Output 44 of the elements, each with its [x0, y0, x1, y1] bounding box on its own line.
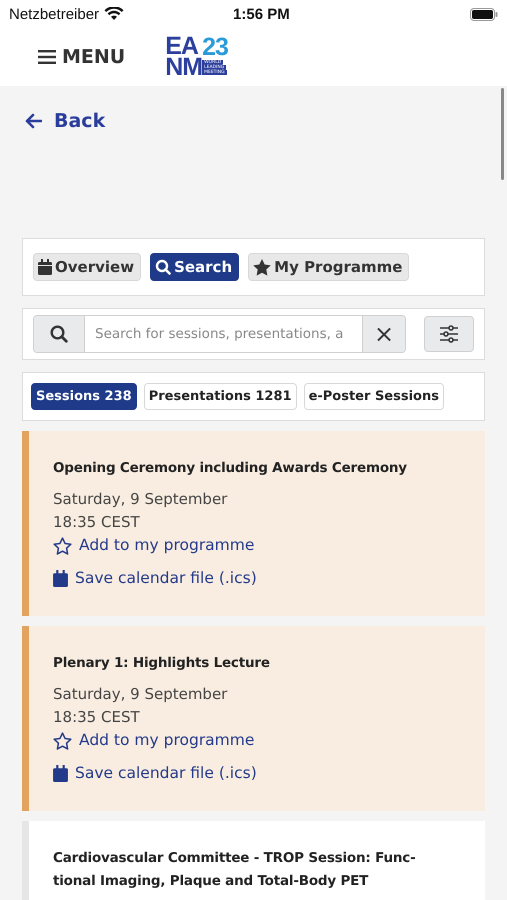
session-title: Cardiovascular Committee - TROP Session: Func- tional Imaging, Plaque and Total-Body PET: [53, 848, 416, 891]
session-time: 18:35 CEST: [53, 707, 140, 728]
session-time: 18:35 CEST: [53, 512, 140, 534]
carrier-name: Netzbetreiber: [9, 6, 100, 22]
result-tab[interactable]: Sessions 238: [31, 383, 137, 410]
logo-letters: NM: [165, 57, 202, 78]
calendar-icon: [38, 259, 52, 275]
calendar-icon: [53, 764, 68, 782]
calendar-icon: [53, 570, 68, 587]
view-tab[interactable]: Search: [150, 253, 240, 281]
back-arrow-icon: [24, 113, 42, 129]
save-calendar-link[interactable]: Save calendar file (.ics): [53, 566, 257, 590]
save-calendar-link[interactable]: Save calendar file (.ics): [53, 762, 257, 785]
view-tab[interactable]: Overview: [33, 253, 142, 281]
battery-icon: [470, 8, 498, 20]
search-field[interactable]: Search for sessions, presentations, a ×: [33, 315, 406, 353]
wifi-icon: [104, 7, 124, 21]
view-tab[interactable]: My Programme: [248, 253, 410, 281]
sliders-icon: [439, 325, 459, 343]
session-date: Saturday, 9 September: [53, 488, 228, 510]
menu-button[interactable]: MENU: [36, 42, 128, 72]
add-to-programme-link[interactable]: Add to my programme: [53, 534, 254, 558]
back-link[interactable]: Back: [22, 108, 108, 134]
session-date: Saturday, 9 September: [53, 684, 228, 705]
search-icon: [155, 259, 172, 275]
logo-letters: EA: [165, 36, 198, 57]
session-card[interactable]: Cardiovascular Committee - TROP Session: Func- tional Imaging, Plaque and Total-Body PET: [22, 820, 485, 900]
clear-button[interactable]: ×: [362, 316, 405, 352]
filter-button[interactable]: [424, 316, 474, 352]
scrollbar[interactable]: [501, 88, 504, 180]
session-title: Opening Ceremony including Awards Ceremony: [53, 459, 407, 478]
logo-year: 23: [202, 36, 228, 60]
star-outline-icon: [53, 732, 72, 750]
clock-time: 1:56 PM: [233, 6, 290, 22]
menu-icon: [38, 50, 56, 64]
star-outline-icon: [53, 537, 72, 556]
session-card[interactable]: Plenary 1: Highlights Lecture Saturday, 9 September 18:35 CEST Add to my programme Save calendar file (.ics): [22, 626, 485, 811]
session-title: Plenary 1: Highlights Lecture: [53, 654, 270, 673]
add-to-programme-link[interactable]: Add to my programme: [53, 729, 254, 753]
star-icon: [253, 258, 272, 276]
result-tab[interactable]: Presentations 1281: [144, 383, 297, 410]
search-icon: [50, 325, 68, 343]
session-card[interactable]: Opening Ceremony including Awards Ceremony Saturday, 9 September 18:35 CEST Add to my programme Save calendar file (.ics): [22, 431, 485, 616]
result-tab[interactable]: e-Poster Sessions: [304, 383, 444, 410]
